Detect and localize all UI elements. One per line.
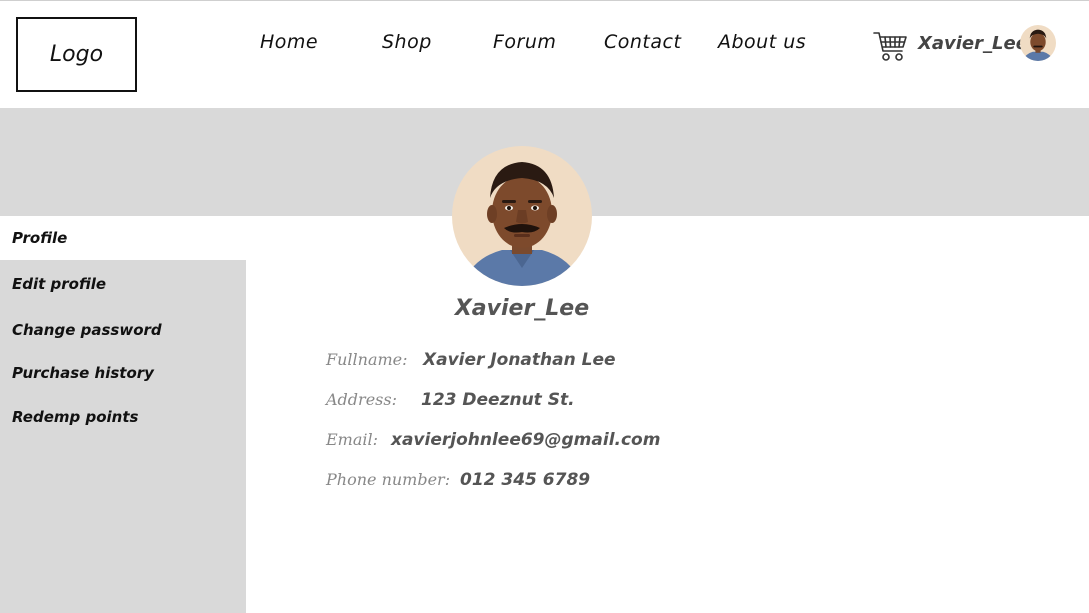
sidebar-item-label: Change password xyxy=(12,321,162,339)
info-row-phone: Phone number: 012 345 6789 xyxy=(326,470,590,496)
sidebar-item-change-password[interactable]: Change password xyxy=(0,308,246,352)
phone-label: Phone number: xyxy=(326,470,451,489)
sidebar-item-label: Edit profile xyxy=(12,275,107,293)
phone-value: 012 345 6789 xyxy=(460,470,591,490)
nav-about-us[interactable]: About us xyxy=(718,31,806,53)
nav-forum[interactable]: Forum xyxy=(493,31,556,53)
sidebar-item-purchase-history[interactable]: Purchase history xyxy=(0,351,246,395)
fullname-value: Xavier Jonathan Lee xyxy=(423,350,616,370)
logo-text: Logo xyxy=(49,42,104,67)
shopping-cart-icon[interactable] xyxy=(872,29,908,63)
sidebar-item-redemp-points[interactable]: Redemp points xyxy=(0,395,246,439)
nav-contact[interactable]: Contact xyxy=(604,31,681,53)
info-row-email: Email: xavierjohnlee69@gmail.com xyxy=(326,430,660,456)
sidebar-item-label: Profile xyxy=(12,229,68,247)
email-label: Email: xyxy=(326,430,379,449)
header-username[interactable]: Xavier_Lee xyxy=(918,33,1028,54)
address-label: Address: xyxy=(326,390,397,409)
fullname-label: Fullname: xyxy=(326,350,408,369)
sidebar: Profile Edit profile Change password Pur… xyxy=(0,216,246,613)
logo[interactable]: Logo xyxy=(16,17,137,92)
sidebar-item-profile[interactable]: Profile xyxy=(0,216,246,260)
nav-shop[interactable]: Shop xyxy=(382,31,432,53)
email-value: xavierjohnlee69@gmail.com xyxy=(391,430,661,450)
sidebar-item-edit-profile[interactable]: Edit profile xyxy=(0,262,246,306)
profile-username: Xavier_Lee xyxy=(454,296,590,321)
nav-home[interactable]: Home xyxy=(260,31,318,53)
profile-avatar xyxy=(452,146,592,286)
header: Logo Home Shop Forum Contact About us Xa… xyxy=(0,1,1089,108)
address-value: 123 Deeznut St. xyxy=(421,390,575,410)
sidebar-item-label: Redemp points xyxy=(12,408,139,426)
sidebar-item-label: Purchase history xyxy=(12,364,154,382)
info-row-fullname: Fullname: Xavier Jonathan Lee xyxy=(326,350,616,376)
avatar[interactable] xyxy=(1020,25,1056,61)
info-row-address: Address: 123 Deeznut St. xyxy=(326,390,575,416)
